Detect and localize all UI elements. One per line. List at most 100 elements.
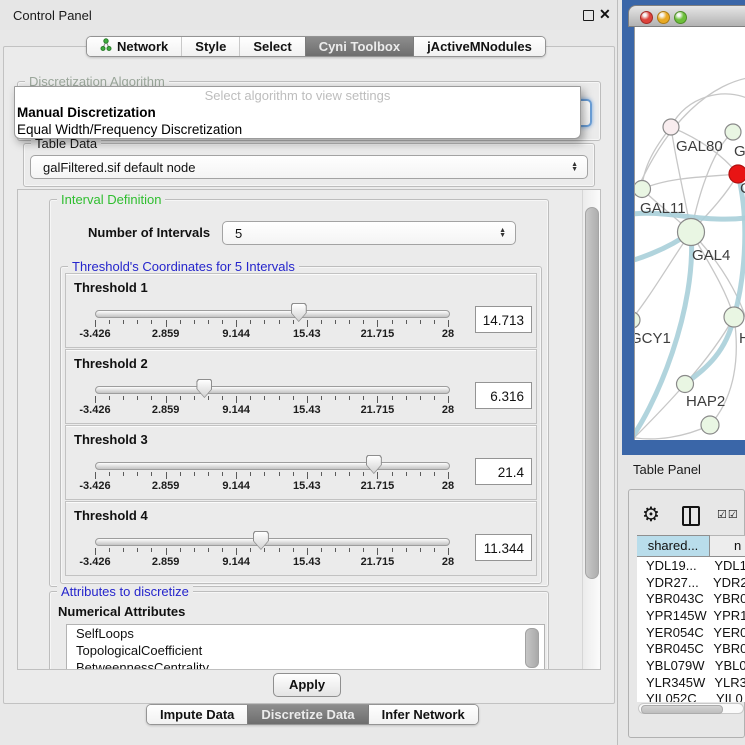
threshold-value-field[interactable]: 21.4 (475, 458, 532, 485)
close-traffic-light[interactable] (640, 11, 653, 24)
network-graph[interactable]: GAL80GCGAL11GAL4GCY1HHAP2 (635, 27, 745, 440)
tick-mark (264, 320, 265, 324)
table-row[interactable]: YPR145WYPR1 (637, 607, 745, 624)
numerical-attributes-label: Numerical Attributes (58, 604, 185, 619)
table-row[interactable]: YLR345WYLR3 (637, 674, 745, 691)
tick-mark (335, 472, 336, 476)
tab-select[interactable]: Select (239, 37, 304, 56)
table-data-group: Table Data galFiltered.sif default node … (23, 143, 595, 187)
network-view-canvas[interactable]: GAL80GCGAL11GAL4GCY1HHAP2 (634, 27, 745, 440)
tick-mark (349, 472, 350, 476)
tick-mark (406, 396, 407, 400)
tick-mark (95, 472, 96, 479)
table-row[interactable]: YBR043CYBR0 (637, 590, 745, 607)
slider-track[interactable] (95, 538, 450, 546)
table-data-combobox[interactable]: galFiltered.sif default node ▲▼ (30, 155, 588, 179)
horizontal-scrollbar[interactable] (638, 703, 744, 714)
select-columns-icon[interactable]: ☑☑ (717, 508, 739, 521)
tick-mark (151, 396, 152, 400)
tick-mark (137, 548, 138, 552)
table-panel: ⚙ ☑☑ shared... n YDL19...YDL1YDR27...YDR… (628, 489, 745, 738)
tick-label: -3.426 (79, 556, 110, 568)
tick-mark (109, 320, 110, 324)
tick-mark (166, 472, 167, 479)
network-node-label: H (739, 330, 745, 347)
tick-mark (208, 396, 209, 400)
tick-mark (392, 472, 393, 476)
cell-name: YBL0 (709, 658, 745, 673)
gear-icon[interactable]: ⚙ (642, 502, 660, 527)
network-node[interactable] (724, 307, 744, 327)
table-row[interactable]: YDL19...YDL1 (637, 557, 745, 574)
float-window-button[interactable] (583, 10, 594, 21)
tab-style[interactable]: Style (181, 37, 239, 56)
table-row[interactable]: YDR27...YDR2 (637, 574, 745, 591)
list-item[interactable]: SelfLoops (67, 625, 544, 642)
column-header-shared-name[interactable]: shared... (637, 535, 710, 557)
tick-mark (279, 396, 280, 400)
tick-mark (208, 320, 209, 324)
network-window-titlebar (628, 5, 745, 27)
vertical-scrollbar-thumb[interactable] (585, 207, 599, 579)
control-panel: Control Panel ✕ Discretization Algorithm… (0, 0, 618, 745)
threshold-value-field[interactable]: 6.316 (475, 382, 532, 409)
column-header-name[interactable]: n (710, 535, 745, 557)
list-item[interactable]: BetweennessCentrality (67, 659, 544, 670)
tab-jactivemnodules[interactable]: jActiveMNodules (413, 37, 545, 56)
network-node[interactable] (663, 119, 679, 135)
tick-mark (321, 396, 322, 400)
network-node[interactable] (635, 312, 640, 328)
network-node[interactable] (677, 376, 694, 393)
threshold-value-field[interactable]: 11.344 (475, 534, 532, 561)
tab-network[interactable]: Network (87, 37, 181, 56)
network-node[interactable] (678, 219, 705, 246)
dropdown-option-manual[interactable]: Manual Discretization (15, 104, 580, 121)
table-row[interactable]: YBR045CYBR0 (637, 640, 745, 657)
tab-discretize-data[interactable]: Discretize Data (247, 705, 367, 724)
slider-track[interactable] (95, 310, 450, 318)
table-row[interactable]: YER054CYER0 (637, 624, 745, 641)
tab-cyni-toolbox[interactable]: Cyni Toolbox (305, 37, 413, 56)
list-scrollbar-thumb[interactable] (525, 628, 539, 668)
cell-shared-name: YDR27... (637, 575, 707, 590)
network-icon (100, 38, 112, 55)
tab-label: Network (117, 39, 168, 54)
dropdown-option-equal-width[interactable]: Equal Width/Frequency Discretization (15, 121, 580, 138)
threshold-label: Threshold 4 (74, 508, 148, 523)
slider-track[interactable] (95, 386, 450, 394)
list-item[interactable]: TopologicalCoefficient (67, 642, 544, 659)
split-columns-icon[interactable] (682, 506, 700, 526)
tick-mark (123, 472, 124, 476)
slider-track[interactable] (95, 462, 450, 470)
table-row[interactable]: YIL052CYIL0 (637, 691, 745, 703)
tick-label: 15.43 (293, 328, 321, 340)
network-node[interactable] (701, 416, 719, 434)
zoom-traffic-light[interactable] (674, 11, 687, 24)
numerical-attributes-list[interactable]: SelfLoopsTopologicalCoefficientBetweenne… (66, 624, 545, 670)
network-node[interactable] (635, 181, 651, 198)
slider-thumb-face (254, 532, 268, 549)
tick-mark (293, 548, 294, 552)
close-icon[interactable]: ✕ (599, 6, 611, 23)
attributes-group: Attributes to discretize Numerical Attri… (49, 591, 549, 670)
tick-mark (448, 472, 449, 479)
threshold-panel-3: Threshold 3-3.4262.8599.14415.4321.71528… (65, 425, 537, 500)
tick-mark (293, 472, 294, 476)
horizontal-scrollbar-thumb[interactable] (641, 705, 723, 714)
tab-infer-network[interactable]: Infer Network (368, 705, 478, 724)
minimize-traffic-light[interactable] (657, 11, 670, 24)
tab-impute-data[interactable]: Impute Data (147, 705, 247, 724)
tick-mark (194, 320, 195, 324)
tick-mark (420, 396, 421, 400)
dropdown-placeholder: Select algorithm to view settings (15, 87, 580, 104)
tick-mark (434, 548, 435, 552)
tick-mark (434, 320, 435, 324)
threshold-value-field[interactable]: 14.713 (475, 306, 532, 333)
network-node[interactable] (725, 124, 741, 140)
number-of-intervals-combobox[interactable]: 5 ▲▼ (222, 221, 516, 245)
table-row[interactable]: YBL079WYBL0 (637, 657, 745, 674)
network-node-label: GCY1 (635, 330, 671, 347)
combo-arrows-icon: ▲▼ (571, 162, 578, 172)
apply-button[interactable]: Apply (273, 673, 341, 697)
vertical-scrollbar[interactable] (582, 190, 600, 669)
